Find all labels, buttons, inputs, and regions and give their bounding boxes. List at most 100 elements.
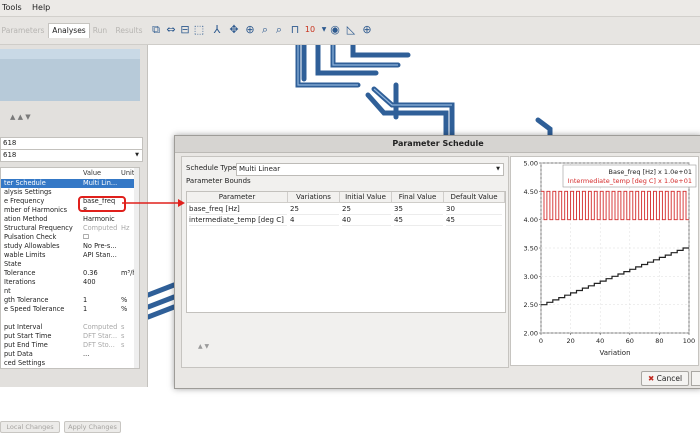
- collapse-arrows[interactable]: ▲ ▼: [198, 343, 209, 350]
- toolbar: Parameters Analyses Run Results ⧉ ⇔ ⊟ ⬚ …: [0, 17, 700, 45]
- tab-run[interactable]: Run: [90, 24, 110, 38]
- property-row[interactable]: ter Schedule Multi Lin...: [1, 179, 139, 188]
- menu-tools[interactable]: Tools: [2, 3, 22, 12]
- property-row[interactable]: ced Settings: [1, 359, 139, 368]
- apply-changes-button[interactable]: Apply Changes: [64, 421, 121, 433]
- property-row[interactable]: gth Tolerance 1%: [1, 296, 139, 305]
- cancel-button[interactable]: ✖ Cancel: [641, 371, 689, 386]
- property-row[interactable]: Tolerance 0.36 m³/h: [1, 269, 139, 278]
- property-row[interactable]: State: [1, 260, 139, 269]
- callout-highlight: [78, 196, 126, 212]
- menu-bar: Tools Help: [0, 0, 700, 17]
- property-name: nt: [4, 287, 11, 295]
- column-header-parameter[interactable]: Parameter: [187, 192, 288, 203]
- zoom-out-icon[interactable]: ⌕: [273, 24, 285, 36]
- property-name: gth Tolerance: [4, 296, 49, 304]
- collapse-arrows[interactable]: ▲ ▲ ▼: [10, 113, 31, 121]
- table-cell[interactable]: base_freq [Hz]: [189, 204, 287, 215]
- series-intermediate-temp-line: [541, 190, 689, 221]
- property-name: put Interval: [4, 323, 43, 331]
- property-row[interactable]: e Speed Tolerance 1%: [1, 305, 139, 314]
- tree-selected-row[interactable]: [0, 49, 140, 59]
- tab-parameters[interactable]: Parameters: [0, 24, 46, 38]
- callout-arrow: [122, 199, 185, 207]
- y-tick-label: 2.00: [524, 330, 538, 338]
- property-row[interactable]: nt: [1, 287, 139, 296]
- legend-entry-intermediate-temp: Intermediate_temp [deg C] x 1.0e+01: [568, 177, 692, 185]
- zoom-in-icon[interactable]: ⊕: [244, 24, 256, 36]
- scale-icon[interactable]: 10: [304, 24, 316, 36]
- schedule-type-label: Schedule Type: [186, 164, 237, 172]
- table-cell[interactable]: 40: [342, 215, 391, 226]
- property-name: e Speed Tolerance: [4, 305, 65, 313]
- x-tick-label: 40: [596, 337, 604, 345]
- table-cell[interactable]: 45: [394, 215, 443, 226]
- property-name: ation Method: [4, 215, 48, 223]
- table-cell[interactable]: intermediate_temp [deg C]: [189, 215, 287, 226]
- property-row[interactable]: Pulsation Check ☐: [1, 233, 139, 242]
- y-tick-label: 2.50: [524, 301, 538, 309]
- zoom-window-icon[interactable]: ⌕: [259, 24, 271, 36]
- view-cube-icon[interactable]: ⧉: [150, 24, 162, 36]
- chevron-down-icon: ▼: [496, 166, 500, 172]
- property-value: Computed: [83, 323, 118, 331]
- property-row[interactable]: put Start Time DFT Star... s: [1, 332, 139, 341]
- property-row[interactable]: wable Limits API Stan...: [1, 251, 139, 260]
- parameter-schedule-dialog: Parameter Schedule Schedule Type Multi L…: [174, 135, 700, 389]
- close-icon: ✖: [647, 374, 655, 383]
- chevron-down-icon: ▼: [135, 152, 139, 158]
- column-header-initial-value[interactable]: Initial Value: [340, 192, 392, 203]
- column-header-default-value[interactable]: Default Value: [444, 192, 505, 203]
- table-cell[interactable]: 25: [290, 204, 339, 215]
- property-row[interactable]: put Interval Computed s: [1, 323, 139, 332]
- property-row[interactable]: put End Time DFT Sto... s: [1, 341, 139, 350]
- x-tick-label: 100: [683, 337, 695, 345]
- globe-icon[interactable]: ⊕: [361, 24, 373, 36]
- property-name: mber of Harmonics: [4, 206, 68, 214]
- pulse-icon[interactable]: ⊓: [289, 24, 301, 36]
- property-value: Multi Lin...: [83, 179, 118, 187]
- property-name: wable Limits: [4, 251, 46, 259]
- eye-icon[interactable]: ◉: [329, 24, 341, 36]
- property-name: put Data: [4, 350, 33, 358]
- table-cell[interactable]: 25: [342, 204, 391, 215]
- property-value: API Stan...: [83, 251, 117, 259]
- property-value: 400: [83, 278, 96, 286]
- property-row[interactable]: Structural Frequency Computed Hz: [1, 224, 139, 233]
- column-header-final-value[interactable]: Final Value: [392, 192, 444, 203]
- menu-help[interactable]: Help: [32, 3, 50, 12]
- axes-icon[interactable]: ⅄: [211, 24, 223, 36]
- property-row[interactable]: [1, 314, 139, 323]
- property-value: No Pre-s...: [83, 242, 117, 250]
- table-cell[interactable]: 4: [290, 215, 339, 226]
- property-row[interactable]: study Allowables No Pre-s...: [1, 242, 139, 251]
- pan-icon[interactable]: ✥: [228, 24, 240, 36]
- revert-local-changes-button[interactable]: Local Changes: [0, 421, 60, 433]
- column-header-variations[interactable]: Variations: [288, 192, 340, 203]
- property-name: e Frequency: [4, 197, 45, 205]
- split-view-icon[interactable]: ⊟: [179, 24, 191, 36]
- property-row[interactable]: Iterations 400: [1, 278, 139, 287]
- dialog-title: Parameter Schedule: [175, 136, 700, 153]
- select-box-icon[interactable]: ⬚: [193, 24, 205, 36]
- y-tick-label: 3.00: [524, 273, 538, 281]
- table-cell[interactable]: 35: [394, 204, 443, 215]
- chart-svg: 2.00 2.50 3.00 3.50 4.00 4.50 5.00 0 20 40 60 80 100…: [524, 160, 697, 357]
- y-tick-label: 5.00: [524, 160, 538, 168]
- y-tick-label: 4.00: [524, 216, 538, 224]
- tab-analyses[interactable]: Analyses: [48, 23, 90, 38]
- fit-horizontal-icon[interactable]: ⇔: [165, 24, 177, 36]
- schedule-type-select[interactable]: Multi Linear ▼: [236, 163, 504, 176]
- measure-icon[interactable]: ◺: [345, 24, 357, 36]
- property-name: put End Time: [4, 341, 48, 349]
- property-value: ☐: [83, 233, 89, 241]
- element-combo-2[interactable]: 618 ▼: [0, 149, 143, 162]
- table-cell[interactable]: 45: [446, 215, 502, 226]
- property-row[interactable]: put Data...: [1, 350, 139, 359]
- property-row[interactable]: ation Method Harmonic: [1, 215, 139, 224]
- model-tree[interactable]: [0, 49, 140, 101]
- table-cell[interactable]: 30: [446, 204, 502, 215]
- tab-results[interactable]: Results: [113, 24, 145, 38]
- property-name: ced Settings: [4, 359, 46, 367]
- ok-button[interactable]: [691, 371, 700, 386]
